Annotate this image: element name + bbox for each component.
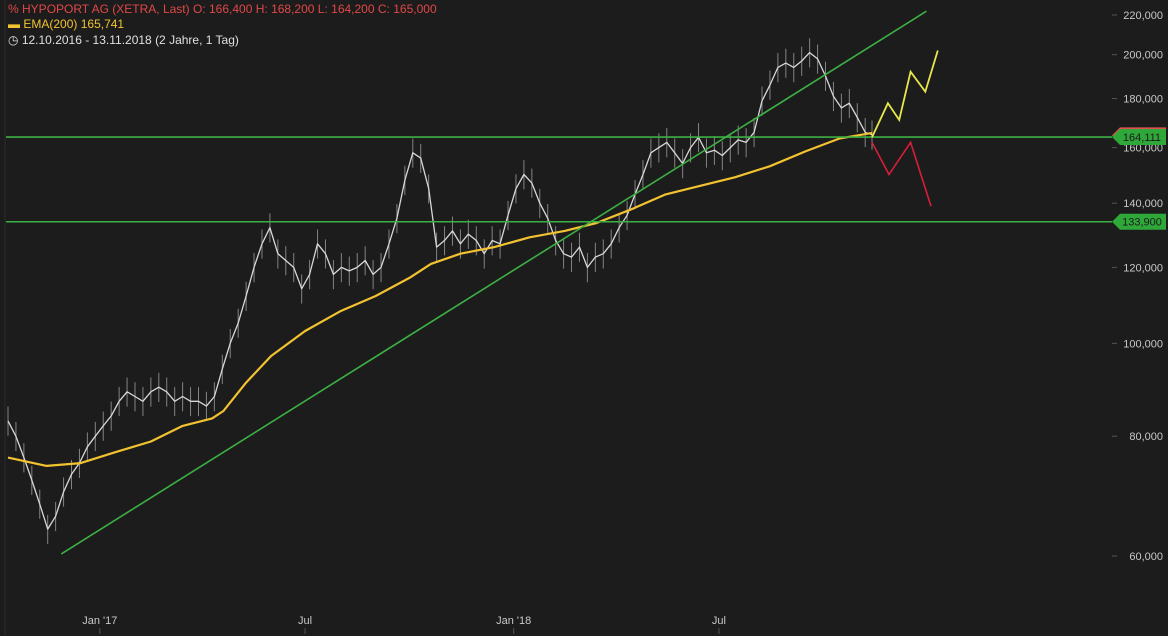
x-tick-label: Jan '17 [82,615,117,627]
ema-label: EMA(200) [23,17,78,31]
price-chart[interactable]: 60,00080,000100,000120,000140,000160,000… [0,0,1168,636]
ema-value: 165,741 [80,17,125,31]
x-tick-label: Jul [298,615,312,627]
ohlc-close: 165,000 [393,2,437,16]
ohlc-open: 166,400 [208,2,253,16]
clock-icon: ◷ [8,33,19,47]
ohlc-low: 164,200 [331,2,375,16]
x-tick-label: Jan '18 [496,615,531,627]
ohlc-low-label: L: [317,2,328,16]
y-tick-label: 120,000 [1123,262,1163,274]
x-tick-label: Jul [712,615,726,627]
instrument-title: HYPOPORT AG (XETRA, Last) [22,2,190,16]
percent-chart-icon[interactable]: % [8,2,19,16]
y-tick-label: 60,000 [1129,551,1163,563]
date-range: 12.10.2016 - 13.11.2018 [21,33,152,47]
y-tick-label: 140,000 [1123,198,1163,210]
header-row-3: ◷ 12.10.2016 - 13.11.2018 (2 Jahre, 1 Ta… [8,33,239,47]
ohlc-close-label: C: [377,2,390,16]
date-range-detail: (2 Jahre, 1 Tag) [155,33,239,47]
y-tick-label: 200,000 [1123,50,1163,62]
y-tick-label: 80,000 [1129,431,1163,443]
y-tick-label: 180,000 [1123,94,1163,106]
support-badge-upper: 164,111 [1112,129,1166,146]
ohlc-open-label: O: [192,2,206,16]
header-row-2: ▬ EMA(200) 165,741 [8,17,124,31]
ohlc-high: 168,200 [271,2,315,16]
y-tick-label: 220,000 [1123,10,1163,22]
y-tick-label: 100,000 [1123,338,1163,350]
badge-label: 164,111 [1123,132,1161,144]
badge-label: 133,900 [1122,217,1162,229]
chart-background [0,0,1168,636]
header-row-1: % HYPOPORT AG (XETRA, Last) O: 166,400 H… [8,2,437,16]
support-badge-lower: 133,900 [1112,213,1166,230]
line-legend-icon: ▬ [8,17,20,31]
ohlc-high-label: H: [255,2,268,16]
